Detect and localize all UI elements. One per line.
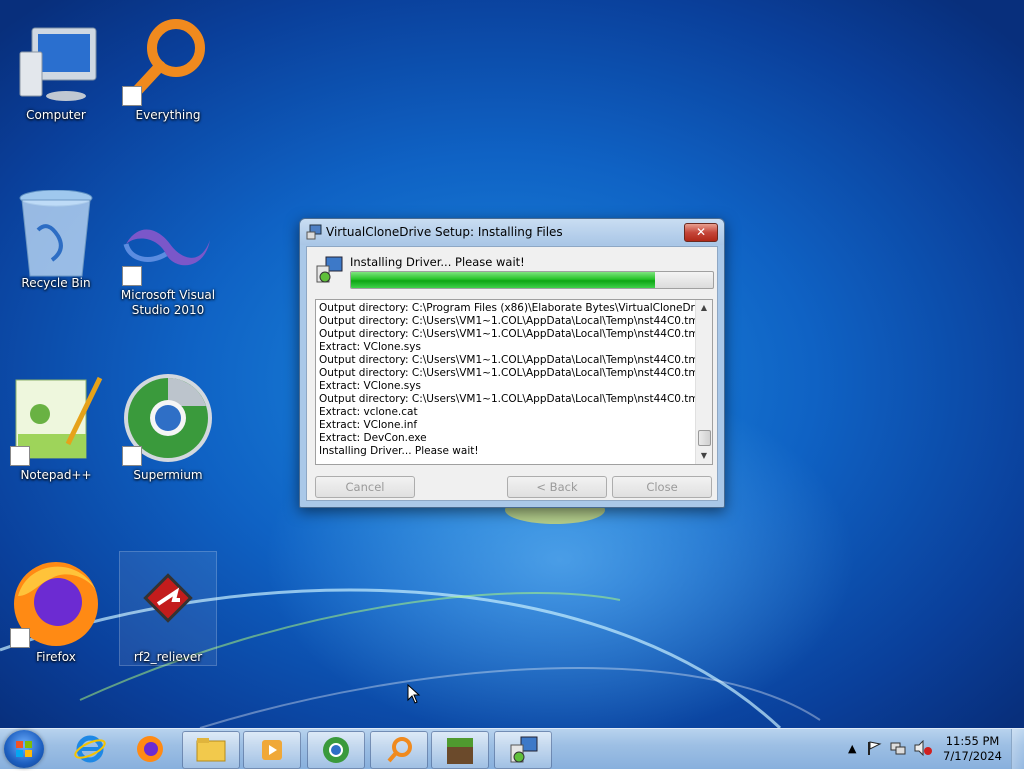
scroll-up-icon[interactable]: ▲ (696, 300, 712, 316)
system-tray: ▲ 11:55 PM 7/17/2024 (834, 729, 1024, 769)
desktop-icon-computer[interactable]: Computer (8, 22, 104, 123)
installer-icon (306, 224, 322, 240)
log-line: Output directory: C:\Users\VM1~1.COL\App… (319, 315, 695, 327)
taskbar-internet-explorer[interactable] (62, 731, 118, 767)
computer-icon (19, 27, 97, 101)
desktop-icon-label: rf2_reliever (133, 650, 203, 664)
internet-explorer-icon (74, 735, 106, 763)
shortcut-arrow-icon (10, 628, 30, 648)
desktop-icon-label: Microsoft Visual Studio 2010 (120, 288, 216, 317)
log-line: Output directory: C:\Users\VM1~1.COL\App… (319, 328, 695, 340)
desktop-icon-label: Firefox (36, 650, 76, 664)
show-hidden-icons-icon[interactable]: ▲ (848, 742, 856, 755)
back-button[interactable]: < Back (507, 476, 607, 498)
desktop-icon-label: Computer (26, 108, 86, 122)
taskbar-firefox[interactable] (122, 731, 178, 767)
taskbar-file-explorer[interactable] (182, 731, 240, 769)
magnifier-icon (387, 737, 412, 763)
supermium-icon (323, 737, 349, 763)
windows-logo-icon (16, 741, 32, 757)
close-button[interactable]: ✕ (684, 223, 718, 242)
desktop-icon-visual-studio[interactable]: Microsoft Visual Studio 2010 (120, 210, 216, 318)
log-line: Extract: DevCon.exe (319, 432, 427, 444)
taskbar: ▲ 11:55 PM 7/17/2024 (0, 728, 1024, 769)
desktop-icon-label: Supermium (133, 468, 203, 482)
desktop-icon-notepadpp[interactable]: Notepad++ (8, 374, 104, 483)
shortcut-arrow-icon (122, 86, 142, 106)
shortcut-arrow-icon (122, 446, 142, 466)
progress-fill (351, 272, 656, 288)
setup-dialog: VirtualCloneDrive Setup: Installing File… (299, 218, 725, 508)
log-line: Extract: VClone.sys (319, 341, 421, 353)
desktop-icon-firefox[interactable]: Firefox (8, 556, 104, 665)
desktop-icon-label: Notepad++ (20, 468, 92, 482)
desktop-icon-everything[interactable]: Everything (120, 10, 216, 123)
taskbar-supermium[interactable] (307, 731, 365, 769)
rf2-reliever-icon (143, 573, 193, 623)
desktop-icon-rf2-reliever[interactable]: rf2_reliever (119, 551, 217, 666)
status-text: Installing Driver... Please wait! (350, 255, 525, 269)
installer-icon (510, 736, 538, 763)
folder-icon (196, 738, 226, 762)
mouse-pointer-icon (407, 684, 421, 704)
log-line: Output directory: C:\Users\VM1~1.COL\App… (319, 367, 695, 379)
minecraft-icon (447, 738, 473, 764)
cancel-button[interactable]: Cancel (315, 476, 415, 498)
shortcut-arrow-icon (122, 266, 142, 286)
firefox-icon (137, 736, 163, 762)
close-dialog-button[interactable]: Close (612, 476, 712, 498)
clock-date: 7/17/2024 (943, 749, 1002, 763)
dialog-title: VirtualCloneDrive Setup: Installing File… (326, 225, 563, 239)
clock[interactable]: 11:55 PM 7/17/2024 (943, 734, 1002, 764)
dialog-body: Installing Driver... Please wait! Output… (306, 246, 718, 501)
log-line: Extract: vclone.cat (319, 406, 418, 418)
shortcut-arrow-icon (10, 446, 30, 466)
taskbar-vclonedrive-setup[interactable] (494, 731, 552, 769)
network-icon[interactable] (890, 740, 906, 756)
start-button[interactable] (4, 730, 44, 768)
media-player-icon (262, 740, 282, 760)
installer-icon (316, 256, 343, 283)
clock-time: 11:55 PM (945, 734, 1000, 748)
log-line: Extract: VClone.sys (319, 380, 421, 392)
log-line: Extract: VClone.inf (319, 419, 418, 431)
desktop-icon-label: Everything (135, 108, 201, 122)
show-desktop-button[interactable] (1011, 729, 1024, 769)
log-scrollbar[interactable]: ▲ ▼ (695, 300, 712, 464)
log-lines: Output directory: C:\Program Files (x86)… (319, 302, 695, 458)
taskbar-media-player[interactable] (243, 731, 301, 769)
log-line: Installing Driver... Please wait! (319, 445, 479, 457)
title-bar[interactable]: VirtualCloneDrive Setup: Installing File… (300, 219, 724, 245)
action-center-flag-icon[interactable] (866, 740, 882, 756)
recycle-bin-icon (19, 189, 93, 277)
taskbar-everything[interactable] (370, 731, 428, 769)
taskbar-minecraft[interactable] (431, 731, 489, 769)
scroll-down-icon[interactable]: ▼ (696, 448, 712, 464)
log-line: Output directory: C:\Users\VM1~1.COL\App… (319, 393, 695, 405)
desktop: Computer Everything Recycle Bin Microsof… (0, 0, 1024, 728)
desktop-icon-recycle-bin[interactable]: Recycle Bin (8, 189, 104, 291)
log-line: Output directory: C:\Users\VM1~1.COL\App… (319, 354, 695, 366)
progress-bar (350, 271, 714, 289)
details-log[interactable]: Output directory: C:\Program Files (x86)… (315, 299, 713, 465)
scroll-thumb[interactable] (698, 430, 711, 446)
volume-muted-icon[interactable] (914, 740, 932, 756)
log-line: Output directory: C:\Program Files (x86)… (319, 302, 695, 314)
desktop-icon-supermium[interactable]: Supermium (120, 374, 216, 483)
